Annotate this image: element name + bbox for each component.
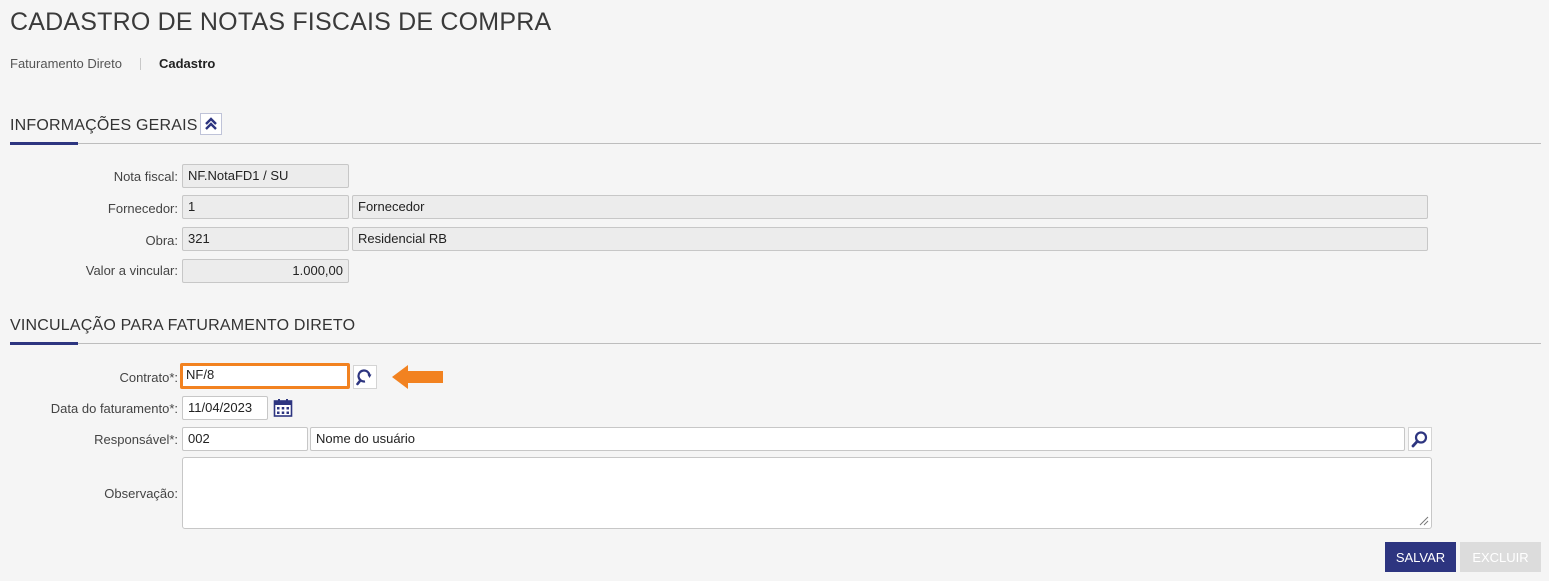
obra-code-field[interactable]: 321 [182, 227, 349, 251]
nota-fiscal-field[interactable]: NF.NotaFD1 / SU [182, 164, 349, 188]
breadcrumb-current: Cadastro [159, 56, 216, 71]
breadcrumb-link[interactable]: Faturamento Direto [10, 56, 122, 71]
observacao-textarea[interactable] [182, 457, 1432, 529]
contrato-label: Contrato*: [119, 370, 178, 385]
arrow-pointer-icon [392, 365, 443, 389]
responsavel-search-button[interactable] [1408, 427, 1432, 451]
breadcrumb-separator [140, 57, 141, 70]
page-title: CADASTRO DE NOTAS FISCAIS DE COMPRA [10, 8, 552, 36]
collapse-button[interactable] [200, 113, 222, 135]
valor-field[interactable]: 1.000,00 [182, 259, 349, 283]
contrato-search-button[interactable] [353, 365, 377, 389]
fornecedor-code-field[interactable]: 1 [182, 195, 349, 219]
data-faturamento-label: Data do faturamento*: [50, 401, 178, 416]
breadcrumb: Faturamento Direto Cadastro [10, 56, 215, 71]
section-general-title: INFORMAÇÕES GERAIS [10, 117, 198, 134]
observacao-label: Observação: [104, 486, 178, 501]
section-link-header: VINCULAÇÃO PARA FATURAMENTO DIRETO [10, 313, 1541, 345]
search-refresh-icon [356, 369, 372, 386]
delete-button[interactable]: EXCLUIR [1460, 542, 1541, 572]
responsavel-label: Responsável*: [94, 432, 178, 447]
obra-label: Obra: [145, 233, 178, 248]
save-button[interactable]: SALVAR [1385, 542, 1456, 572]
section-accent-bar [10, 342, 78, 345]
calendar-icon [273, 399, 293, 417]
fornecedor-name-field[interactable]: Fornecedor [352, 195, 1428, 219]
section-accent-bar [10, 142, 78, 145]
obra-name-field[interactable]: Residencial RB [352, 227, 1428, 251]
valor-label: Valor a vincular: [85, 263, 178, 278]
responsavel-name-field[interactable]: Nome do usuário [310, 427, 1405, 451]
calendar-button[interactable] [271, 396, 295, 420]
fornecedor-label: Fornecedor: [107, 201, 178, 216]
nota-fiscal-label: Nota fiscal: [113, 169, 178, 184]
double-chevron-up-icon [205, 117, 217, 130]
data-faturamento-field[interactable]: 11/04/2023 [182, 396, 268, 420]
contrato-field[interactable]: NF/8 [180, 363, 350, 389]
search-icon [1411, 431, 1428, 448]
responsavel-code-field[interactable]: 002 [182, 427, 308, 451]
section-general-header: INFORMAÇÕES GERAIS [10, 113, 1541, 145]
section-link-title: VINCULAÇÃO PARA FATURAMENTO DIRETO [10, 317, 356, 334]
resize-grip-icon[interactable] [1419, 516, 1429, 526]
